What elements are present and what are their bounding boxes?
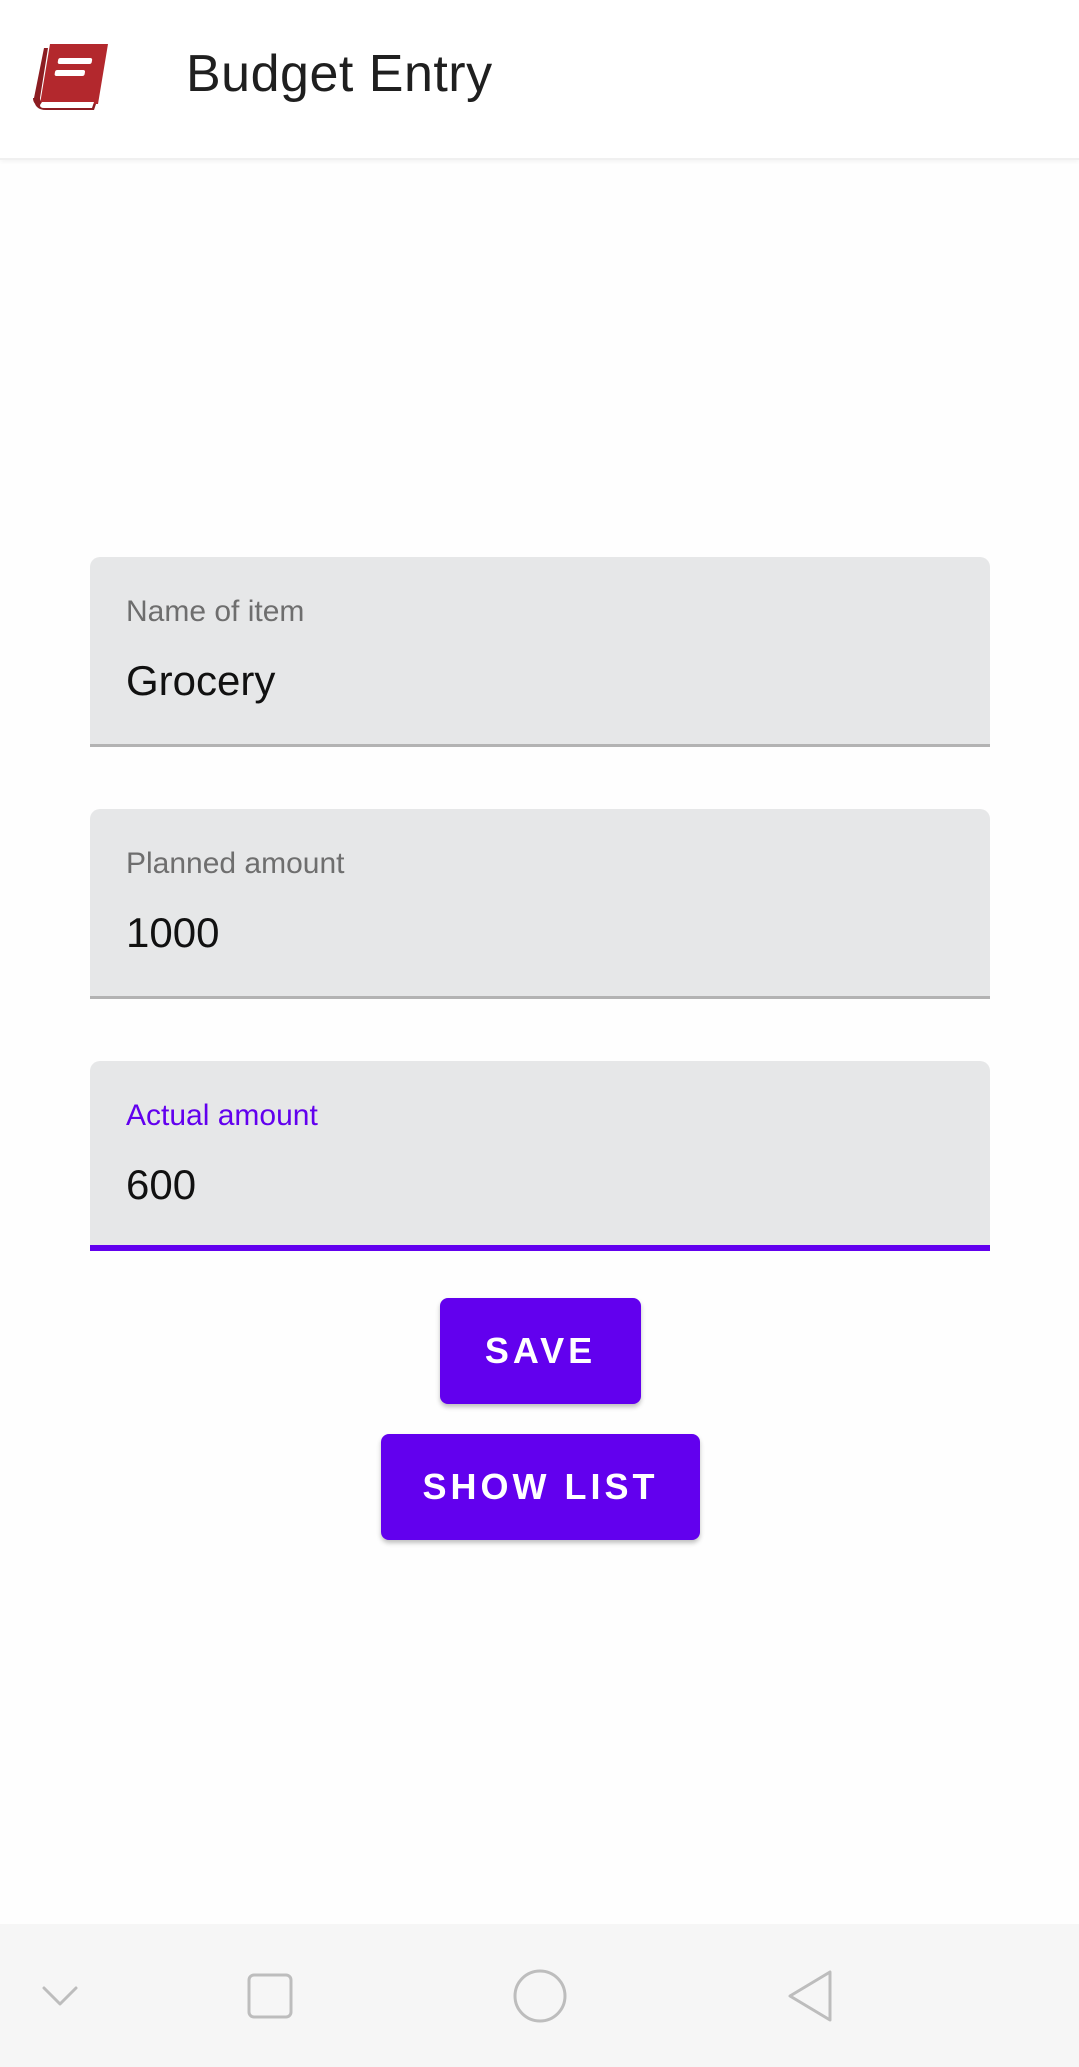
actual-amount-underline (90, 1245, 990, 1251)
nav-back-button[interactable] (750, 1924, 870, 2067)
app-bar: Budget Entry (0, 0, 1079, 160)
item-name-input[interactable]: Grocery (126, 657, 275, 705)
recents-square-icon (247, 1973, 293, 2018)
planned-amount-underline (90, 996, 990, 999)
actual-amount-field[interactable]: Actual amount 600 (90, 1061, 990, 1251)
nav-recents-button[interactable] (210, 1924, 330, 2067)
actual-amount-input[interactable]: 600 (126, 1161, 196, 1209)
book-icon (33, 44, 108, 110)
actual-amount-label: Actual amount (126, 1099, 318, 1132)
planned-amount-field[interactable]: Planned amount 1000 (90, 809, 990, 999)
nav-home-button[interactable] (480, 1924, 600, 2067)
show-list-button[interactable]: SHOW LIST (381, 1434, 700, 1540)
nav-hide-button[interactable] (0, 1924, 120, 2067)
back-triangle-icon (788, 1970, 832, 2021)
system-nav-bar (0, 1924, 1079, 2067)
item-name-underline (90, 744, 990, 747)
planned-amount-label: Planned amount (126, 847, 345, 880)
item-name-field[interactable]: Name of item Grocery (90, 557, 990, 747)
chevron-down-icon (42, 1986, 78, 2005)
home-circle-icon (513, 1969, 567, 2022)
screen: Budget Entry Name of item Grocery Planne… (0, 0, 1079, 2067)
page-title: Budget Entry (186, 45, 493, 103)
item-name-label: Name of item (126, 595, 305, 628)
save-button[interactable]: SAVE (440, 1298, 641, 1404)
planned-amount-input[interactable]: 1000 (126, 909, 219, 957)
